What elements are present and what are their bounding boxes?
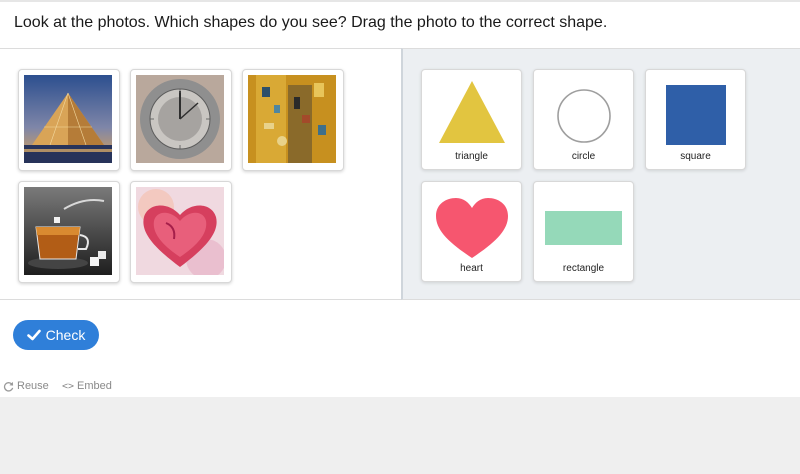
shape-label-circle: circle: [571, 151, 596, 162]
heart-painting-image: [136, 187, 224, 275]
tea-cup-photo[interactable]: [18, 181, 120, 283]
heart-painting-photo[interactable]: [130, 181, 232, 283]
klimt-painting-photo[interactable]: [242, 69, 344, 171]
reuse-icon: [3, 381, 14, 392]
sundial-photo[interactable]: [130, 69, 232, 171]
sundial-image: [136, 75, 224, 163]
embed-link[interactable]: <> Embed: [62, 380, 112, 392]
drop-target-square[interactable]: square: [645, 69, 746, 170]
klimt-image: [248, 75, 336, 163]
checkmark-icon: [26, 329, 41, 341]
triangle-shape: [439, 81, 505, 143]
tea-cup-image: [24, 187, 112, 275]
shape-label-square: square: [680, 151, 711, 162]
footer-bar: Reuse <> Embed: [0, 376, 800, 396]
shape-label-heart: heart: [460, 263, 483, 274]
drop-target-circle[interactable]: circle: [533, 69, 634, 170]
circle-shape: [557, 89, 611, 143]
reuse-label: Reuse: [17, 380, 49, 392]
drop-target-triangle[interactable]: triangle: [421, 69, 522, 170]
shape-label-triangle: triangle: [455, 151, 488, 162]
check-button[interactable]: Check: [13, 320, 99, 350]
shape-drop-zone: triangle circle square heart rectangle: [401, 48, 800, 300]
question-text: Look at the photos. Which shapes do you …: [14, 14, 608, 31]
photo-pool: [0, 48, 401, 300]
shape-label-rectangle: rectangle: [562, 263, 605, 274]
embed-icon: <>: [62, 380, 75, 392]
square-shape: [666, 85, 726, 145]
drop-target-rectangle[interactable]: rectangle: [533, 181, 634, 282]
rectangle-shape: [545, 211, 622, 245]
heart-shape: [436, 198, 508, 258]
drop-target-heart[interactable]: heart: [421, 181, 522, 282]
reuse-link[interactable]: Reuse: [3, 380, 49, 392]
pyramid-photo[interactable]: [18, 69, 120, 171]
top-divider: [0, 0, 800, 2]
task-panel: Look at the photos. Which shapes do you …: [0, 0, 800, 397]
embed-label: Embed: [77, 380, 112, 392]
pyramid-image: [24, 75, 112, 163]
check-button-label: Check: [45, 327, 86, 343]
